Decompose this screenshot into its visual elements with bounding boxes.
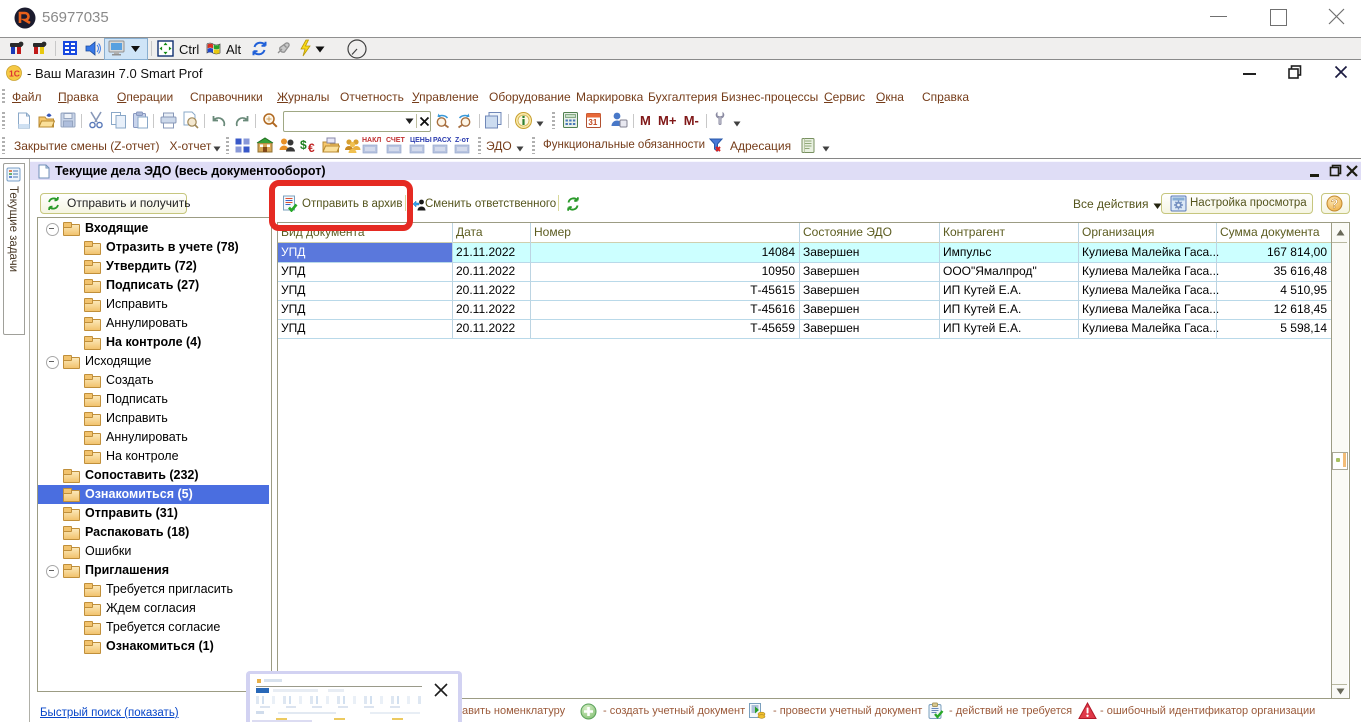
svg-text:?: ?: [1331, 197, 1339, 211]
svg-text:$: $: [300, 138, 307, 152]
svg-text:31: 31: [588, 118, 597, 127]
svg-text:1C: 1C: [9, 69, 20, 79]
svg-text:€: €: [308, 141, 315, 154]
